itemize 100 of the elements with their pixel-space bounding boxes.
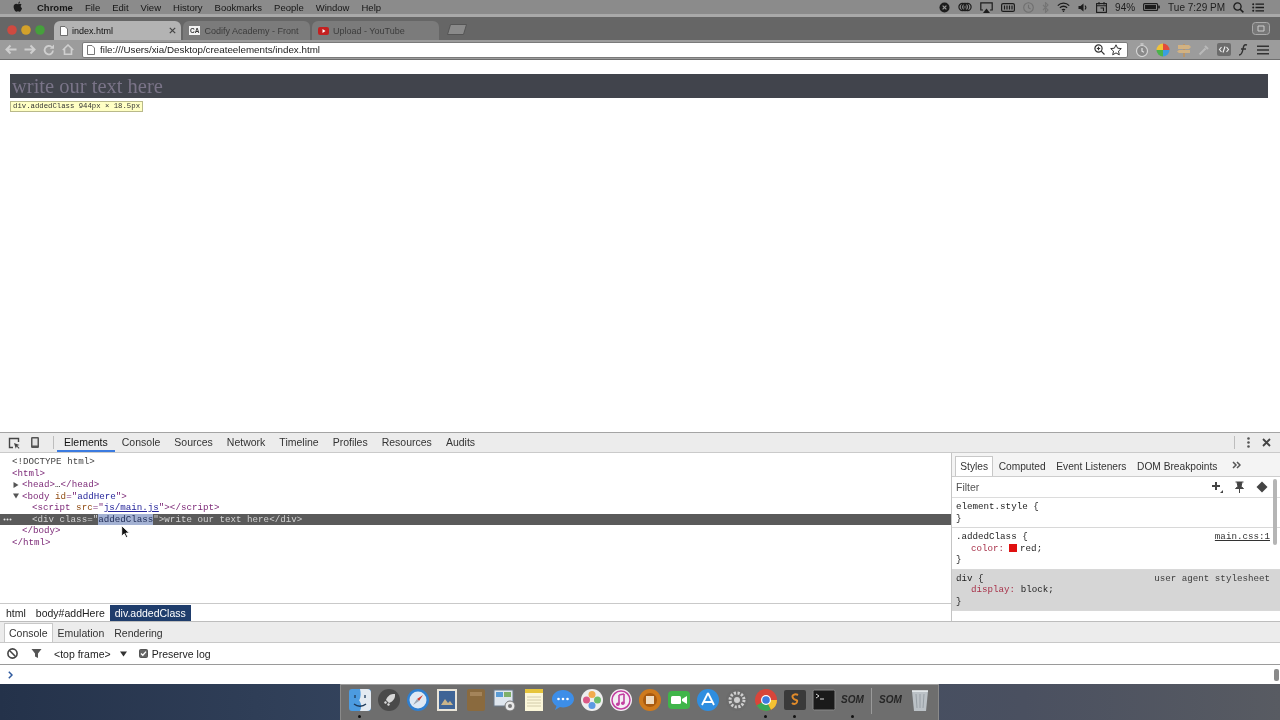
disclosure-triangle-icon[interactable] (13, 493, 19, 500)
disclosure-triangle-icon[interactable] (13, 481, 19, 488)
terminal-icon[interactable] (811, 688, 836, 712)
dom-tree-row[interactable]: <div class="addedClass">write our text here</div> (0, 513, 951, 525)
speech-bubble-icon[interactable] (550, 688, 575, 712)
preserve-log-label[interactable]: Preserve log (151, 647, 211, 660)
frame-selector[interactable]: <top frame> (54, 647, 127, 660)
ellipsis-icon[interactable] (3, 517, 12, 521)
dom-tree-row[interactable]: <!DOCTYPE html> (0, 456, 951, 468)
devtools-tab[interactable]: Elements (57, 433, 115, 452)
property-name: display: (971, 584, 1016, 596)
devtools-tab[interactable]: Network (219, 433, 273, 452)
window-minimize-icon[interactable] (21, 24, 31, 35)
disc-icon[interactable] (637, 688, 662, 712)
menu-item[interactable]: File (84, 1, 101, 13)
filter-icon[interactable] (31, 648, 42, 659)
dom-tree-row[interactable]: <html> (0, 467, 951, 479)
menu-icon[interactable] (1257, 44, 1269, 55)
dom-tree-row[interactable]: <body id="addHere"> (0, 490, 951, 502)
rule-selector: element.style { (956, 501, 1039, 513)
filter-field[interactable]: Filter (956, 479, 1199, 495)
x-circle-icon[interactable] (939, 1, 951, 13)
double-chevron-icon[interactable] (1231, 460, 1241, 469)
battery-icon[interactable] (1143, 3, 1161, 11)
diamond-icon[interactable] (1256, 481, 1268, 493)
menu-item[interactable]: View (140, 1, 161, 13)
close-icon[interactable] (1262, 438, 1271, 447)
menu-item[interactable]: Window (315, 1, 350, 13)
browser-tab[interactable]: index.html (54, 21, 181, 40)
color-swatch-icon[interactable] (1009, 544, 1018, 553)
menu-item[interactable]: People (274, 1, 304, 13)
more-icon[interactable] (1247, 437, 1250, 448)
menu-item[interactable]: Bookmarks (214, 1, 263, 13)
dom-tree-row[interactable]: <script src="js/main.js"></script> (0, 502, 951, 514)
dom-tree-row[interactable]: </html> (0, 536, 951, 548)
app-menu[interactable]: Chrome (37, 1, 73, 13)
screen-triangle-icon[interactable] (980, 1, 994, 13)
rule-selector: .addedClass { (956, 531, 1028, 543)
apple-icon[interactable] (13, 1, 23, 13)
curve-icon[interactable] (1238, 42, 1250, 57)
menu-item[interactable]: History (173, 1, 203, 13)
bar-meter-icon[interactable] (1001, 2, 1016, 12)
compass-icon[interactable] (405, 688, 430, 712)
scrollbar-thumb[interactable] (1273, 479, 1277, 545)
drawer-tab[interactable]: Rendering (109, 623, 168, 642)
dom-tree-row[interactable]: <head>…</head> (0, 479, 951, 491)
pointer-cursor-icon (121, 525, 130, 538)
devtools-tab[interactable]: Resources (374, 433, 439, 452)
scrollbar-thumb[interactable] (1274, 668, 1279, 681)
pin-icon[interactable] (1235, 481, 1244, 493)
zoom-in-icon[interactable] (1094, 44, 1105, 55)
close-icon[interactable] (169, 27, 176, 34)
code-tile-icon[interactable] (782, 688, 807, 712)
postage-stamp-icon[interactable] (434, 688, 459, 712)
phone-icon[interactable] (31, 437, 39, 448)
code-brackets-icon[interactable] (1217, 43, 1231, 56)
devtools-tab[interactable]: Sources (167, 433, 220, 452)
smiling-face-icon[interactable] (347, 688, 372, 712)
address-bar[interactable]: file:///Users/xia/Desktop/createelements/index.html (82, 41, 1128, 58)
sidebar-tab[interactable]: Event Listeners (1050, 456, 1132, 476)
menu-item[interactable]: Help (361, 1, 382, 13)
star-icon[interactable] (1110, 43, 1122, 56)
calendar-icon[interactable] (1096, 1, 1108, 13)
clear-console-icon[interactable] (7, 648, 18, 659)
battery-percentage: 94% (1115, 1, 1136, 13)
breadcrumb-item[interactable]: body#addHere (30, 604, 110, 621)
property-value: red; (1020, 542, 1043, 554)
speaker-icon[interactable] (1078, 2, 1089, 12)
overlapping-rings-icon[interactable] (958, 2, 973, 12)
music-note-icon[interactable] (608, 688, 633, 712)
breadcrumb-item[interactable]: div.addedClass (109, 604, 191, 621)
sidebar-tab[interactable]: DOM Breakpoints (1131, 456, 1223, 476)
menu-bar-clock[interactable]: Tue 7:29 PM (1168, 1, 1225, 13)
video-camera-icon[interactable] (666, 688, 691, 712)
wifi-icon[interactable] (1057, 2, 1071, 12)
search-icon[interactable] (1233, 1, 1244, 13)
devtools-tab[interactable]: Audits (438, 433, 483, 452)
source-link[interactable]: main.css:1 (1214, 531, 1270, 543)
sidebar-tab[interactable]: Computed (993, 456, 1051, 476)
sidebar-tab[interactable]: Styles (955, 456, 994, 476)
devtools-tab[interactable]: Timeline (272, 433, 326, 452)
flower-icon[interactable] (579, 688, 604, 712)
devtools-tab[interactable]: Profiles (325, 433, 375, 452)
caret-icon[interactable] (119, 650, 127, 657)
segmented-circle-icon[interactable] (753, 688, 778, 712)
photo-stack-icon[interactable] (492, 688, 517, 712)
drawer-tab[interactable]: Console (4, 623, 53, 642)
dom-tree-row[interactable]: </body> (0, 525, 951, 537)
color-wheel-icon[interactable] (1156, 42, 1170, 57)
new-rule-plus-icon[interactable] (1211, 481, 1223, 493)
list-icon[interactable] (1252, 2, 1264, 12)
triangle-disc-icon[interactable] (695, 688, 720, 712)
inspect-icon[interactable] (8, 436, 20, 449)
breadcrumb-item[interactable]: html (1, 604, 31, 621)
devtools-tab[interactable]: Console (114, 433, 168, 452)
closing-brace: } (956, 554, 962, 566)
menu-item[interactable]: Edit (112, 1, 129, 13)
drawer-tab[interactable]: Emulation (52, 623, 110, 642)
rocket-icon[interactable] (376, 688, 401, 712)
preserve-log-checkbox[interactable] (138, 649, 148, 658)
